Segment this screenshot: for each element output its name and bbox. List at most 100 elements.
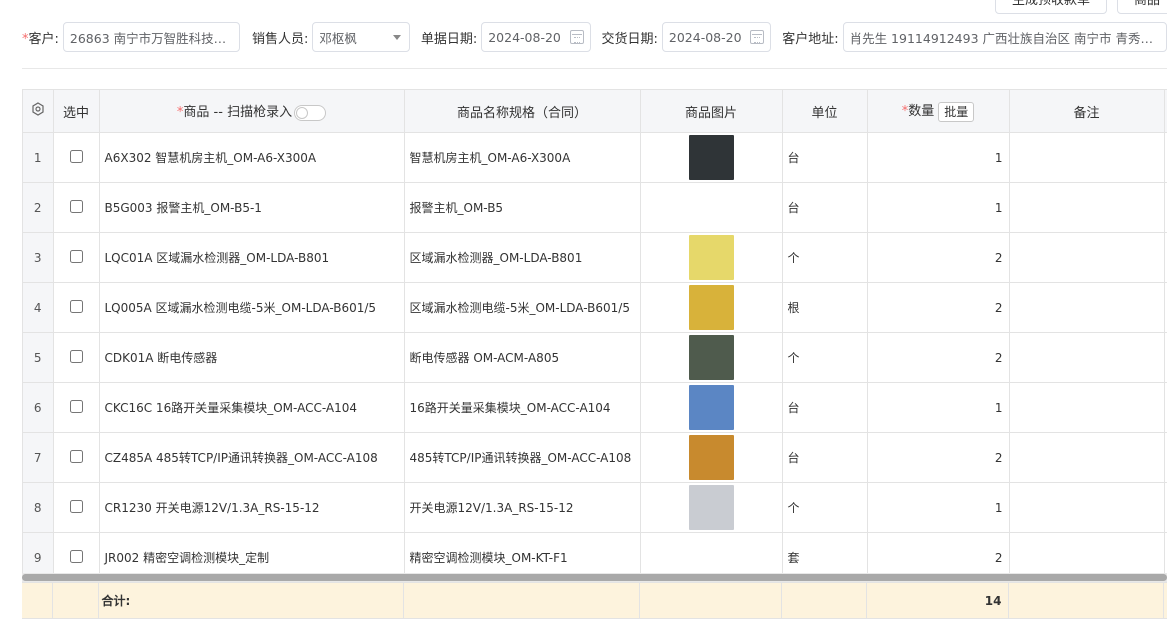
remark-cell[interactable]	[1009, 232, 1165, 283]
row-checkbox[interactable]	[69, 449, 83, 463]
row-checkbox[interactable]	[69, 499, 83, 513]
salesperson-select[interactable]: 邓枢枫	[312, 22, 410, 52]
unit-cell[interactable]: 台	[782, 132, 868, 183]
remark-cell[interactable]	[1009, 382, 1165, 433]
table-footer: 合计: 14	[22, 583, 1167, 619]
product-table: 选中 *商品 -- 扫描枪录入 商品名称规格（合同） 商品图片 单位 *数量 批量…	[22, 89, 1167, 614]
product-image-cell	[640, 232, 783, 283]
calendar-icon	[750, 30, 765, 44]
unit-cell[interactable]: 个	[782, 482, 868, 533]
product-image[interactable]	[688, 235, 734, 280]
remark-cell[interactable]	[1009, 332, 1165, 383]
product-spec-cell[interactable]: 开关电源12V/1.3A_RS-15-12	[404, 482, 641, 533]
qty-cell[interactable]: 2	[867, 332, 1010, 383]
remark-cell[interactable]	[1009, 182, 1165, 233]
product-image[interactable]	[688, 285, 734, 330]
table-row: 3 LQC01A 区域漏水检测器_OM-LDA-B801 区域漏水检测器_OM-LD…	[23, 232, 1167, 283]
header-image: 商品图片	[640, 89, 783, 133]
remark-cell[interactable]	[1009, 482, 1165, 533]
qty-cell[interactable]: 1	[867, 382, 1010, 433]
product-code-cell[interactable]: CKC16C 16路开关量采集模块_OM-ACC-A104	[99, 382, 405, 433]
product-code-cell[interactable]: A6X302 智慧机房主机_OM-A6-X300A	[99, 132, 405, 183]
batch-button[interactable]: 批量	[938, 101, 975, 122]
row-index: 2	[23, 182, 54, 233]
row-checkbox[interactable]	[69, 549, 83, 563]
delivery-date-picker[interactable]: 2024-08-20	[661, 22, 772, 52]
generate-receipt-button[interactable]: 生成预收款单	[994, 0, 1107, 14]
unit-cell[interactable]: 台	[782, 432, 868, 483]
product-spec-cell[interactable]: 报警主机_OM-B5	[404, 182, 641, 233]
product-image[interactable]	[688, 135, 734, 180]
product-spec-cell[interactable]: 485转TCP/IP通讯转换器_OM-ACC-A108	[404, 432, 641, 483]
remark-cell[interactable]	[1009, 432, 1165, 483]
product-image-cell	[640, 182, 783, 233]
row-checkbox[interactable]	[69, 399, 83, 413]
table-row: 1 A6X302 智慧机房主机_OM-A6-X300A 智慧机房主机_OM-A6-X…	[23, 132, 1167, 183]
row-checkbox[interactable]	[69, 199, 83, 213]
product-image-cell	[640, 432, 783, 483]
horizontal-scrollbar[interactable]	[22, 573, 1167, 582]
calendar-icon	[569, 30, 584, 44]
product-code-cell[interactable]: CDK01A 断电传感器	[99, 332, 405, 383]
product-code-cell[interactable]: CR1230 开关电源12V/1.3A_RS-15-12	[99, 482, 405, 533]
unit-cell[interactable]: 台	[782, 382, 868, 433]
customer-field[interactable]: 26863 南宁市万智胜科技有限公司	[62, 22, 240, 52]
address-field[interactable]: 肖先生 19114912493 广西壮族自治区 南宁市 青秀区 凤翔路	[842, 22, 1167, 52]
product-code-cell[interactable]: CZ485A 485转TCP/IP通讯转换器_OM-ACC-A108	[99, 432, 405, 483]
row-index: 4	[23, 282, 54, 333]
row-checkbox[interactable]	[69, 149, 83, 163]
qty-cell[interactable]: 1	[867, 132, 1010, 183]
product-button[interactable]: 商品	[1116, 0, 1167, 14]
table-row: 5 CDK01A 断电传感器 断电传感器 OM-ACM-A805 个 2	[23, 332, 1167, 383]
qty-cell[interactable]: 2	[867, 282, 1010, 333]
customer-label: *客户:	[22, 31, 59, 47]
address-label: 客户地址:	[782, 31, 839, 47]
product-image[interactable]	[688, 435, 734, 480]
table-row: 6 CKC16C 16路开关量采集模块_OM-ACC-A104 16路开关量采集模块…	[23, 382, 1167, 433]
table-row: 2 B5G003 报警主机_OM-B5-1 报警主机_OM-B5 台 1	[23, 182, 1167, 233]
total-row: 合计: 14	[22, 583, 1167, 619]
product-image-cell	[640, 482, 783, 533]
unit-cell[interactable]: 台	[782, 182, 868, 233]
header-select: 选中	[53, 89, 100, 133]
header-unit: 单位	[782, 89, 868, 133]
product-spec-cell[interactable]: 断电传感器 OM-ACM-A805	[404, 332, 641, 383]
row-checkbox[interactable]	[69, 349, 83, 363]
product-image[interactable]	[688, 335, 734, 380]
unit-cell[interactable]: 个	[782, 232, 868, 283]
product-code-cell[interactable]: LQC01A 区域漏水检测器_OM-LDA-B801	[99, 232, 405, 283]
product-image[interactable]	[688, 385, 734, 430]
product-spec-cell[interactable]: 区域漏水检测电缆-5米_OM-LDA-B601/5	[404, 282, 641, 333]
unit-cell[interactable]: 个	[782, 332, 868, 383]
header-qty: *数量 批量	[867, 89, 1010, 133]
delivery-date-label: 交货日期:	[601, 31, 658, 47]
product-spec-cell[interactable]: 智慧机房主机_OM-A6-X300A	[404, 132, 641, 183]
doc-date-label: 单据日期:	[420, 31, 478, 47]
scanner-toggle[interactable]	[294, 104, 327, 121]
row-checkbox[interactable]	[69, 249, 83, 263]
salesperson-label: 销售人员:	[251, 31, 309, 47]
product-code-cell[interactable]: LQ005A 区域漏水检测电缆-5米_OM-LDA-B601/5	[99, 282, 405, 333]
product-code-cell[interactable]: B5G003 报警主机_OM-B5-1	[99, 182, 405, 233]
total-label: 合计:	[98, 583, 404, 619]
row-checkbox[interactable]	[69, 299, 83, 313]
total-qty: 14	[866, 583, 1009, 619]
row-index: 8	[23, 482, 54, 533]
unit-cell[interactable]: 根	[782, 282, 868, 333]
product-spec-cell[interactable]: 16路开关量采集模块_OM-ACC-A104	[404, 382, 641, 433]
qty-cell[interactable]: 1	[867, 182, 1010, 233]
product-spec-cell[interactable]: 区域漏水检测器_OM-LDA-B801	[404, 232, 641, 283]
product-image[interactable]	[688, 485, 734, 530]
doc-date-picker[interactable]: 2024-08-20	[481, 22, 591, 52]
remark-cell[interactable]	[1009, 282, 1165, 333]
table-header-row: 选中 *商品 -- 扫描枪录入 商品名称规格（合同） 商品图片 单位 *数量 批量…	[23, 89, 1167, 133]
order-header-form: *客户: 26863 南宁市万智胜科技有限公司 销售人员: 邓枢枫 单据日期: …	[22, 20, 1167, 54]
column-settings[interactable]	[23, 89, 54, 133]
remark-cell[interactable]	[1009, 132, 1165, 183]
qty-cell[interactable]: 1	[867, 482, 1010, 533]
row-index: 6	[23, 382, 54, 433]
product-image-cell	[640, 332, 783, 383]
qty-cell[interactable]: 2	[867, 432, 1010, 483]
qty-cell[interactable]: 2	[867, 232, 1010, 283]
table-row: 4 LQ005A 区域漏水检测电缆-5米_OM-LDA-B601/5 区域漏水检测电…	[23, 282, 1167, 333]
